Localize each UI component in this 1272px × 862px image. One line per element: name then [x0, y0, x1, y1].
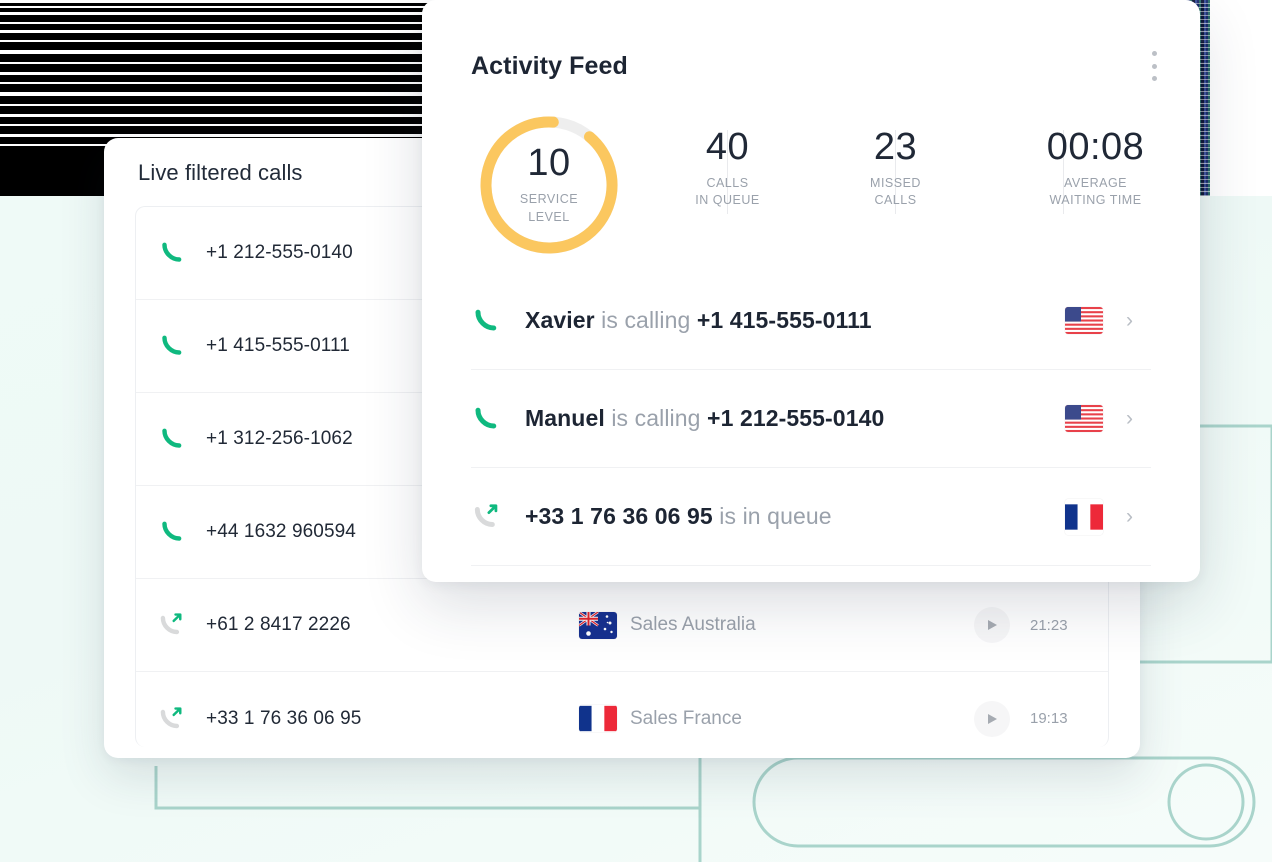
- activity-feed-row-text: +33 1 76 36 06 95 is in queue: [525, 503, 832, 530]
- service-level-value: 10: [527, 142, 571, 185]
- play-icon: [987, 620, 997, 630]
- flag-fr-icon: [1065, 499, 1103, 535]
- live-call-row[interactable]: +61 2 8417 2226 Sales Australia 21:23: [136, 579, 1108, 672]
- stat-missed-calls: 23 MISSED CALLS: [870, 128, 920, 210]
- chevron-right-icon[interactable]: ›: [1126, 310, 1133, 331]
- service-level-caption: SERVICE LEVEL: [520, 191, 578, 226]
- activity-feed-row[interactable]: Xavier is calling +1 415-555-0111 ›: [471, 272, 1151, 370]
- stat-caption-line1: MISSED: [870, 176, 921, 190]
- phone-incoming-icon: [471, 405, 525, 433]
- caller-name: Manuel: [525, 405, 605, 431]
- phone-incoming-icon: [136, 240, 206, 266]
- stat-caption-line2: CALLS: [874, 193, 917, 208]
- flag-fr-icon: [579, 705, 617, 732]
- phone-incoming-icon: [471, 307, 525, 335]
- activity-feed-title: Activity Feed: [471, 52, 628, 80]
- phone-incoming-icon: [136, 426, 206, 452]
- live-call-number: +33 1 76 36 06 95: [206, 707, 362, 729]
- live-call-time: 19:13: [1030, 710, 1068, 727]
- caller-number: +33 1 76 36 06 95: [525, 503, 713, 529]
- live-call-team-label: Sales France: [630, 707, 742, 729]
- live-call-row[interactable]: +33 1 76 36 06 95 Sales France 19:13: [136, 672, 1108, 747]
- activity-feed-row[interactable]: +33 1 76 36 06 95 is in queue ›: [471, 468, 1151, 566]
- flag-au-icon: [579, 611, 617, 639]
- caller-number: +1 415-555-0111: [696, 307, 872, 333]
- stat-calls-in-queue: 40 CALLS IN QUEUE: [695, 128, 759, 210]
- service-level-donut: 10 SERVICE LEVEL: [476, 112, 622, 258]
- live-call-number: +1 212-555-0140: [206, 242, 353, 263]
- kebab-dot: [1151, 63, 1157, 69]
- stat-average-waiting-time: 00:08 AVERAGE WAITING TIME: [1047, 128, 1144, 210]
- stat-caption-line1: AVERAGE: [1064, 176, 1128, 190]
- activity-feed-row[interactable]: Manuel is calling +1 212-555-0140 ›: [471, 370, 1151, 468]
- stat-caption-line2: WAITING TIME: [1049, 193, 1142, 208]
- stat-caption: AVERAGE WAITING TIME: [1049, 175, 1141, 210]
- stat-caption-line1: CALLS: [706, 176, 749, 190]
- stat-value: 00:08: [1046, 126, 1145, 168]
- live-call-number: +1 312-256-1062: [206, 428, 353, 449]
- stat-caption: MISSED CALLS: [870, 175, 921, 210]
- phone-outgoing-icon: [136, 611, 206, 639]
- activity-feed-row-text: Xavier is calling +1 415-555-0111: [525, 307, 872, 334]
- flag-us-icon: [1065, 307, 1103, 334]
- play-recording-button[interactable]: [974, 607, 1010, 643]
- stat-caption-line2: IN QUEUE: [695, 193, 760, 208]
- kebab-dot: [1151, 76, 1157, 81]
- caller-number: +1 212-555-0140: [707, 405, 885, 431]
- chevron-right-icon[interactable]: ›: [1126, 506, 1133, 527]
- stat-caption: CALLS IN QUEUE: [695, 175, 759, 210]
- activity-action: is calling: [604, 405, 708, 431]
- chevron-right-icon[interactable]: ›: [1126, 408, 1133, 429]
- phone-incoming-icon: [136, 333, 206, 359]
- live-call-team: Sales Australia: [579, 611, 756, 639]
- activity-action: is calling: [594, 307, 697, 333]
- live-call-number: +44 1632 960594: [206, 521, 356, 542]
- service-level-caption-line2: LEVEL: [528, 209, 570, 224]
- kebab-dot: [1151, 51, 1157, 56]
- live-call-number: +61 2 8417 2226: [206, 614, 351, 635]
- live-call-time: 21:23: [1030, 616, 1068, 634]
- activity-stats-strip: 10 SERVICE LEVEL 40 CALLS IN QUEUE 23 MI…: [470, 106, 1160, 254]
- glitch-notch: [0, 146, 105, 196]
- phone-outgoing-icon: [471, 502, 525, 532]
- caller-name: Xavier: [525, 307, 595, 333]
- live-calls-title: Live filtered calls: [138, 160, 303, 185]
- flag-us-icon: [1065, 405, 1103, 432]
- activity-feed-list: Xavier is calling +1 415-555-0111 › Manu…: [471, 272, 1151, 566]
- activity-feed-card: Activity Feed 10 SERVICE LEVEL 40 CALLS …: [422, 0, 1200, 582]
- live-call-team: Sales France: [579, 705, 742, 732]
- activity-action: is in queue: [712, 503, 832, 529]
- stat-value: 23: [873, 126, 918, 168]
- play-recording-button[interactable]: [974, 700, 1010, 737]
- play-icon: [987, 713, 997, 724]
- phone-incoming-icon: [136, 519, 206, 545]
- kebab-menu-icon[interactable]: [1144, 48, 1164, 84]
- live-call-number: +1 415-555-0111: [206, 335, 350, 356]
- activity-feed-row-text: Manuel is calling +1 212-555-0140: [525, 405, 884, 432]
- service-level-caption-line1: SERVICE: [519, 192, 579, 207]
- phone-outgoing-icon: [136, 705, 206, 733]
- stat-value: 40: [705, 126, 750, 168]
- live-call-team-label: Sales Australia: [630, 614, 756, 635]
